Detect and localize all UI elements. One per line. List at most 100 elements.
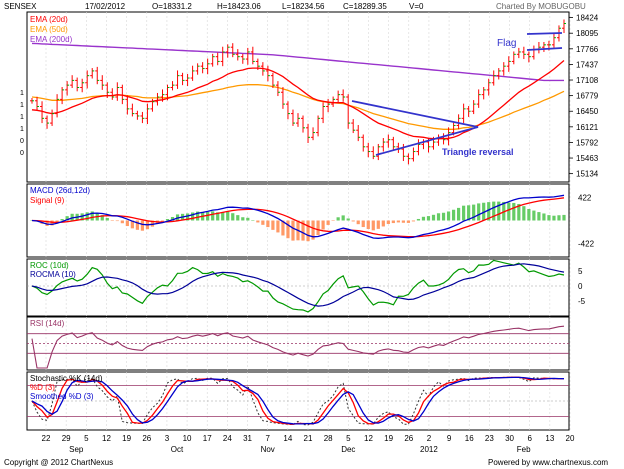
roc-legend: ROC (10d): [30, 261, 69, 270]
macd-histogram-bar: [557, 215, 561, 221]
macd-histogram-bar: [125, 220, 129, 227]
macd-histogram-bar: [441, 212, 446, 221]
roc-panel: [26, 258, 570, 317]
x-tick-label: 7: [265, 434, 270, 443]
stochastic-d-legend: %D (3): [30, 383, 55, 392]
macd-histogram-bar: [411, 220, 416, 222]
left-tick: 0: [20, 138, 24, 145]
macd-histogram-bar: [60, 219, 64, 221]
price-y-tick-label: 16450: [576, 107, 599, 116]
x-tick-label: 31: [243, 434, 252, 443]
macd-histogram-bar: [537, 212, 541, 221]
rocma-legend: ROCMA (10): [30, 270, 76, 279]
signal-legend: Signal (9): [30, 196, 65, 205]
roc-y-tick-label: 0: [578, 282, 583, 291]
price-y-tick-label: 17437: [576, 60, 599, 69]
macd-y-ticks: 422 -422: [578, 194, 595, 249]
stochastic-k-legend: Stochastic %K (14d): [30, 374, 103, 383]
macd-histogram-bar: [462, 205, 466, 221]
macd-histogram-bar: [406, 220, 411, 223]
macd-histogram-bar: [251, 220, 255, 221]
flag-annotation: Flag: [497, 38, 516, 49]
x-axis-ticks: 22 29 5 12 19 26 3 10 17 24 31 7 14 21 28 5 12 19 26 2 9 16 23…: [42, 434, 575, 454]
x-tick-label: 20: [566, 434, 575, 443]
macd-histogram-bar: [286, 220, 290, 239]
volume-label: V=0: [409, 2, 424, 11]
price-y-tick-label: 16121: [576, 123, 599, 132]
price-y-tick-label: 15792: [576, 138, 599, 147]
low-label: L=18234.56: [282, 2, 325, 11]
macd-histogram-bar: [401, 220, 405, 223]
macd-histogram-bar: [431, 214, 436, 221]
macd-histogram-bar: [226, 211, 230, 221]
macd-histogram-bar: [552, 215, 556, 221]
macd-histogram-bar: [110, 220, 114, 221]
rsi-legend: RSI (14d): [30, 319, 65, 328]
x-tick-label: 19: [384, 434, 393, 443]
roc-y-tick-label: 5: [578, 267, 583, 276]
x-tick-label: 12: [102, 434, 111, 443]
macd-histogram-bar: [446, 211, 451, 221]
x-tick-label: 23: [485, 434, 494, 443]
macd-histogram-bar: [120, 220, 124, 224]
x-tick-label: 12: [364, 434, 373, 443]
macd-histogram-bar: [426, 216, 431, 221]
macd-histogram-bar: [241, 217, 245, 221]
x-month-label: Feb: [517, 445, 531, 454]
x-tick-label: 17: [203, 434, 212, 443]
x-tick-label: 22: [42, 434, 51, 443]
macd-histogram-bar: [341, 215, 345, 221]
macd-histogram-bar: [356, 220, 360, 225]
macd-histogram-bar: [421, 216, 426, 221]
ema20-legend: EMA (20d): [30, 15, 68, 24]
macd-histogram-bar: [457, 207, 461, 221]
price-left-ticks: 1 1 1 1 0 0: [20, 90, 24, 157]
x-tick-label: 28: [324, 434, 333, 443]
open-label: O=18331.2: [152, 2, 192, 11]
price-y-tick-label: 18424: [576, 14, 599, 23]
macd-histogram-bar: [391, 220, 395, 224]
high-label: H=18423.06: [217, 2, 261, 11]
price-y-tick-label: 15463: [576, 154, 599, 163]
x-tick-label: 14: [283, 434, 292, 443]
x-tick-label: 26: [142, 434, 151, 443]
macd-histogram-bar: [331, 220, 335, 221]
x-month-label: Nov: [261, 445, 275, 454]
macd-histogram-bar: [246, 217, 250, 221]
macd-histogram-bar: [316, 220, 320, 236]
x-tick-label: 6: [527, 434, 532, 443]
macd-histogram-bar: [351, 220, 355, 222]
macd-histogram-bar: [547, 215, 551, 221]
x-tick-label: 10: [183, 434, 192, 443]
x-tick-label: 2: [427, 434, 432, 443]
macd-histogram-bar: [306, 220, 310, 242]
macd-histogram-bar: [336, 217, 340, 221]
x-tick-label: 16: [465, 434, 474, 443]
x-tick-label: 5: [84, 434, 89, 443]
macd-histogram-bar: [371, 220, 375, 231]
macd-histogram-bar: [236, 215, 240, 221]
x-month-label: Oct: [171, 445, 184, 454]
macd-histogram-bar: [492, 201, 496, 221]
macd-histogram-bar: [140, 220, 145, 231]
charted-by-label: Charted By MOBUGOBU: [496, 2, 586, 11]
left-tick: 1: [20, 114, 24, 121]
powered-by-label: Powered by www.chartnexus.com: [488, 458, 608, 467]
macd-histogram-bar: [291, 220, 295, 241]
macd-histogram-bar: [507, 202, 511, 221]
roc-y-ticks: 5 0 -5: [578, 267, 586, 306]
triangle-reversal-annotation: Triangle reversal: [442, 147, 514, 157]
macd-histogram-bar: [477, 203, 481, 221]
macd-histogram-bar: [326, 220, 330, 225]
macd-histogram-bar: [105, 217, 109, 221]
macd-histogram-bar: [562, 214, 566, 221]
stock-chart: SENSEX 17/02/2012 O=18331.2 H=18423.06 L…: [4, 2, 608, 467]
macd-histogram-bar: [366, 220, 370, 230]
macd-histogram-bar: [261, 220, 265, 225]
ema200-legend: EMA (200d): [30, 35, 73, 44]
macd-y-tick-label: 422: [578, 194, 592, 203]
price-y-ticks: 18424 18095 17766 17437 17108 16779 16450 16121…: [569, 14, 599, 179]
flag-top-line: [526, 32, 563, 35]
macd-histogram-bar: [386, 220, 390, 224]
macd-histogram-bar: [346, 218, 350, 221]
